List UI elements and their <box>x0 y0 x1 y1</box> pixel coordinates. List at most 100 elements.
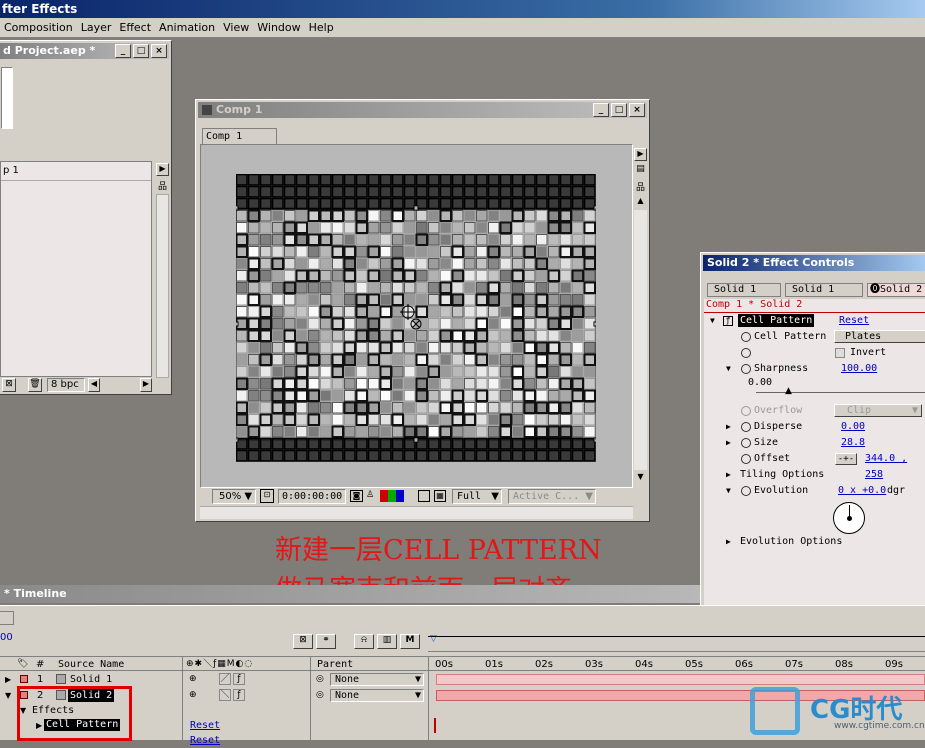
invert-checkbox[interactable] <box>835 348 845 358</box>
project-item[interactable]: p 1 <box>3 165 19 176</box>
stopwatch-icon[interactable] <box>741 438 751 448</box>
menu-item-layer[interactable]: Layer <box>77 18 116 38</box>
menu-item-composition[interactable]: Composition <box>0 18 77 38</box>
close-button[interactable]: × <box>151 44 167 58</box>
timeline-tab[interactable] <box>0 611 14 625</box>
channel-icon[interactable] <box>380 490 404 502</box>
scrollbar-horizontal[interactable] <box>200 506 633 519</box>
show-snapshot-icon[interactable]: ♙ <box>366 490 376 502</box>
tab-solid-1b[interactable]: Solid 1 <box>785 283 863 297</box>
scroll-right-arrow[interactable]: ▶ <box>634 148 647 161</box>
menu-item-effect[interactable]: Effect <box>115 18 155 38</box>
scroll-up-arrow[interactable]: ▲ <box>634 196 647 209</box>
scroll-right-arrow[interactable]: ▶ <box>140 378 152 392</box>
cell-tile <box>296 402 308 414</box>
transparency-grid-icon[interactable]: ▦ <box>434 490 446 502</box>
stopwatch-icon[interactable] <box>741 486 751 496</box>
quality-switch-icon[interactable]: ／ <box>219 673 231 685</box>
tab-solid-1a[interactable]: Solid 1 <box>707 283 781 297</box>
sharpness-slider-thumb[interactable]: ▲ <box>785 386 792 396</box>
menu-item-window[interactable]: Window <box>253 18 304 38</box>
current-time-indicator[interactable] <box>434 718 436 733</box>
minimize-button[interactable]: _ <box>115 44 131 58</box>
timecode-display[interactable]: 0:00:00:00 <box>278 489 346 504</box>
reset-link[interactable]: Reset <box>839 313 869 329</box>
reset-link[interactable]: Reset <box>190 718 220 733</box>
camera-dropdown[interactable]: Active C... ▼ <box>508 489 596 504</box>
menu-item-help[interactable]: Help <box>305 18 338 38</box>
layer-name[interactable]: Solid 1 <box>70 672 112 687</box>
stopwatch-icon[interactable] <box>741 348 751 358</box>
evolution-dial[interactable] <box>833 502 865 534</box>
expand-triangle-icon[interactable]: ▶ <box>5 672 11 687</box>
flowchart-icon[interactable]: 品 <box>634 180 647 193</box>
effect-switch-icon[interactable]: ƒ <box>233 689 245 701</box>
stopwatch-icon[interactable] <box>741 454 751 464</box>
source-name-header[interactable]: Source Name <box>58 657 124 672</box>
effect-name[interactable]: Cell Pattern <box>738 314 815 327</box>
frame-blend-button[interactable]: ▥ <box>377 634 397 649</box>
snapshot-icon[interactable]: ◙ <box>350 490 363 502</box>
pickwhip-icon[interactable]: ◎ <box>316 672 324 687</box>
pickwhip-icon[interactable]: ◎ <box>316 688 324 703</box>
close-button[interactable]: × <box>629 103 645 117</box>
trash-icon[interactable]: 🗑 <box>28 378 42 392</box>
scroll-right-arrow[interactable]: ▶ <box>156 163 169 176</box>
draft-3d-button[interactable]: ⚭ <box>316 634 336 649</box>
bpc-label[interactable]: 8 bpc <box>47 378 85 392</box>
scrollbar-vertical[interactable] <box>156 194 169 378</box>
parent-dropdown[interactable]: None ▼ <box>330 689 424 702</box>
stopwatch-icon[interactable] <box>741 332 751 342</box>
folder-icon[interactable]: ⊠ <box>2 378 16 392</box>
stopwatch-icon[interactable] <box>741 422 751 432</box>
label-color-swatch[interactable] <box>20 675 28 683</box>
effect-switch-icon[interactable]: ƒ <box>233 673 245 685</box>
menu-item-view[interactable]: View <box>219 18 253 38</box>
time-ruler[interactable]: 00s 01s 02s 03s 04s 05s 06s 07s 08s 09s <box>430 657 925 672</box>
expand-triangle-icon[interactable]: ▶ <box>726 419 731 435</box>
scrollbar-vertical[interactable] <box>634 210 647 470</box>
region-icon[interactable] <box>418 490 430 502</box>
expand-triangle-icon[interactable]: ▼ <box>5 688 11 703</box>
parent-dropdown[interactable]: None ▼ <box>330 673 424 686</box>
expand-triangle-icon[interactable]: ▶ <box>726 435 731 451</box>
shy-button[interactable]: ⍾ <box>354 634 374 649</box>
fx-toggle-icon[interactable]: ƒ <box>723 316 733 326</box>
disperse-value[interactable]: 0.00 <box>841 419 865 435</box>
shy-switch-icon[interactable]: ⊕ <box>189 688 197 703</box>
comp-tab[interactable]: Comp 1 <box>202 128 277 144</box>
comp-menu-icon[interactable]: ▤ <box>634 164 647 177</box>
evolution-value[interactable]: 0 x +0.0 <box>838 483 886 499</box>
cell-tile <box>343 353 356 366</box>
expand-triangle-icon[interactable]: ▶ <box>726 534 731 550</box>
menu-item-animation[interactable]: Animation <box>155 18 219 38</box>
reset-link[interactable]: Reset <box>190 733 220 748</box>
stopwatch-icon[interactable] <box>741 364 751 374</box>
zoom-dropdown[interactable]: 50% ▼ <box>212 489 256 504</box>
tab-solid-2[interactable]: ⓿Solid 2 <box>867 283 925 297</box>
cell-tile <box>319 209 332 222</box>
expand-triangle-icon[interactable]: ▼ <box>726 483 731 499</box>
comp-flowchart-button[interactable]: ⊠ <box>293 634 313 649</box>
minimize-button[interactable]: _ <box>593 103 609 117</box>
shy-switch-icon[interactable]: ⊕ <box>189 672 197 687</box>
maximize-button[interactable]: □ <box>611 103 627 117</box>
resolution-dropdown[interactable]: Full ▼ <box>452 489 502 504</box>
cell-tile <box>344 366 356 378</box>
safe-zones-icon[interactable]: ⊡ <box>260 489 274 503</box>
scroll-left-arrow[interactable]: ◀ <box>88 378 100 392</box>
parent-header[interactable]: Parent <box>317 657 353 672</box>
crosshair-icon[interactable]: -+- <box>835 453 857 465</box>
time-navigator[interactable] <box>428 636 925 652</box>
size-value[interactable]: 28.8 <box>841 435 865 451</box>
expand-triangle-icon[interactable]: ▶ <box>726 467 731 483</box>
motion-blur-button[interactable]: M <box>400 634 420 649</box>
maximize-button[interactable]: □ <box>133 44 149 58</box>
expand-triangle-icon[interactable]: ▼ <box>710 313 715 329</box>
cell-pattern-dropdown[interactable]: Plates <box>834 330 925 343</box>
scroll-down-arrow[interactable]: ▼ <box>634 472 647 485</box>
flowchart-icon[interactable]: 品 <box>156 179 169 192</box>
playhead-marker[interactable]: ▽ <box>430 634 440 644</box>
quality-switch-icon[interactable]: ＼ <box>219 689 231 701</box>
sharpness-slider-track[interactable] <box>756 392 925 393</box>
